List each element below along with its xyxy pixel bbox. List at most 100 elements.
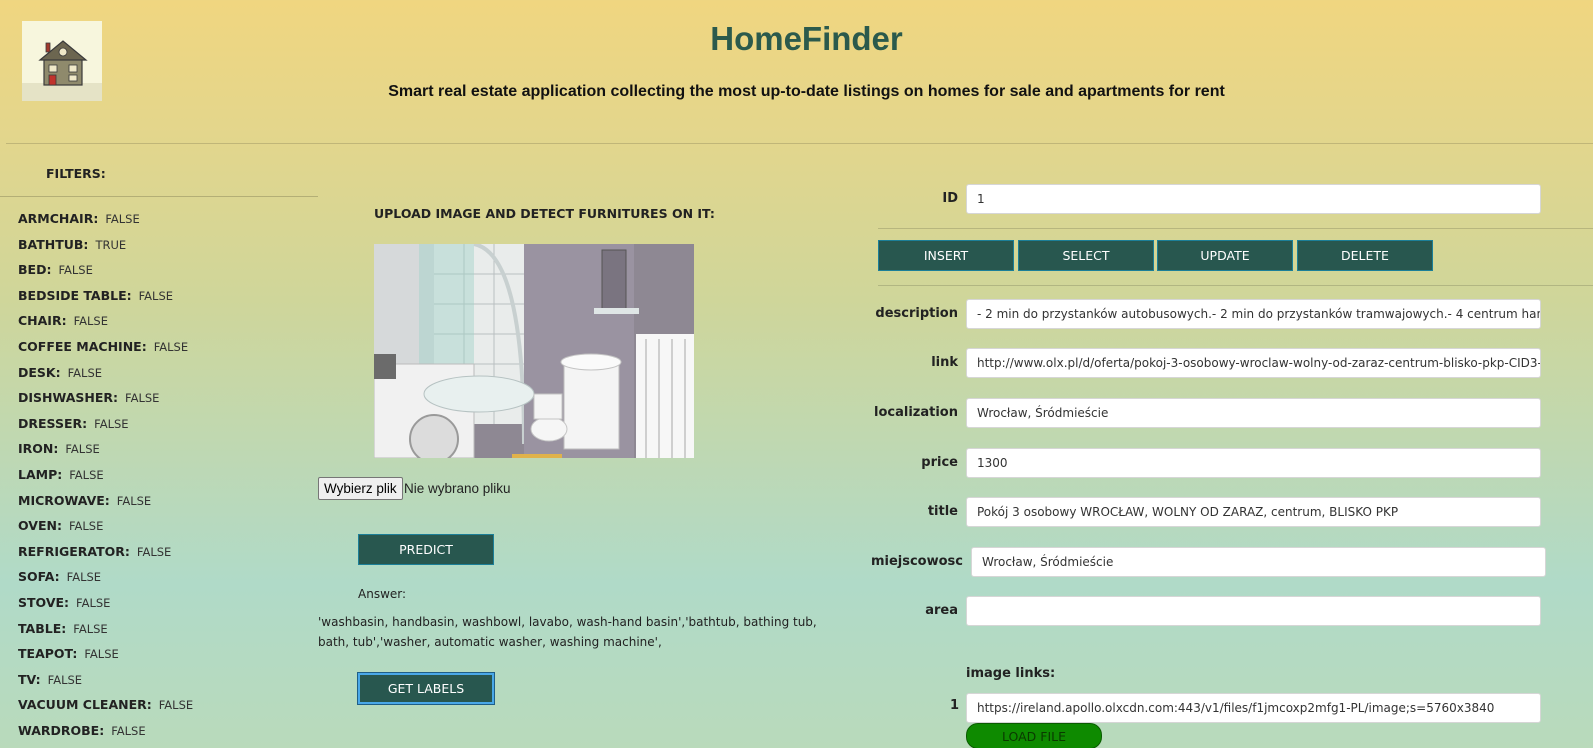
filter-value: FALSE	[158, 698, 194, 713]
insert-button[interactable]: INSERT	[878, 240, 1014, 271]
predict-button[interactable]: PREDICT	[358, 534, 494, 565]
filter-item: DRESSER: FALSE	[18, 416, 193, 442]
id-field[interactable]: 1	[966, 184, 1541, 214]
filter-value: FALSE	[111, 723, 146, 738]
filter-name: WARDROBE:	[18, 722, 105, 738]
filter-value: FALSE	[73, 314, 108, 329]
filter-name: TABLE:	[18, 620, 67, 636]
filter-name: CHAIR:	[18, 313, 67, 329]
filter-item: COFFEE MACHINE: FALSE	[18, 339, 193, 365]
filter-value: FALSE	[105, 212, 140, 226]
app-title: HomeFinder	[710, 20, 903, 57]
filter-name: LAMP:	[18, 466, 63, 482]
filter-name: VACUUM CLEANER:	[18, 697, 152, 713]
filter-value: FALSE	[47, 672, 83, 687]
filter-list: ARMCHAIR: FALSE BATHTUB: TRUE BED: FALSE BE…	[18, 211, 193, 748]
answer-label: Answer:	[358, 587, 407, 601]
load-file-button[interactable]: LOAD FILE	[966, 723, 1102, 748]
filter-item: WARDROBE: FALSE	[18, 723, 193, 748]
filter-name: DISHWASHER:	[18, 390, 119, 406]
filter-name: IRON:	[18, 441, 59, 457]
id-label: ID	[942, 191, 958, 206]
filter-item: MICROWAVE: FALSE	[18, 493, 193, 519]
price-label: price	[921, 455, 958, 470]
delete-button[interactable]: DELETE	[1297, 240, 1433, 271]
filter-value: FALSE	[153, 339, 189, 354]
select-button[interactable]: SELECT	[1018, 240, 1154, 271]
filter-name: MICROWAVE:	[18, 492, 110, 508]
app-tagline: Smart real estate application collecting…	[388, 83, 1225, 100]
header-divider	[6, 143, 1593, 144]
image-links-label: image links:	[966, 666, 1056, 681]
filter-value: FALSE	[94, 416, 129, 431]
filters-heading: FILTERS:	[46, 166, 106, 181]
filter-item: TEAPOT: FALSE	[18, 646, 193, 672]
filter-name: DRESSER:	[18, 415, 88, 431]
filter-name: TEAPOT:	[18, 646, 78, 662]
filter-item: CHAIR: FALSE	[18, 313, 193, 339]
filter-value: FALSE	[125, 391, 160, 406]
localization-label: localization	[874, 405, 958, 420]
filter-value: FALSE	[66, 570, 102, 585]
file-status-text: Nie wybrano pliku	[404, 481, 511, 496]
filter-value: FALSE	[76, 595, 111, 610]
uploaded-image-preview	[374, 244, 694, 458]
form-divider	[878, 228, 1593, 229]
price-field[interactable]: 1300	[966, 448, 1541, 478]
filter-value: FALSE	[138, 288, 174, 303]
description-field[interactable]: - 2 min do przystanków autobusowych.- 2 …	[966, 299, 1541, 329]
filter-item: BEDSIDE TABLE: FALSE	[18, 288, 193, 314]
filter-value: FALSE	[65, 442, 100, 457]
title-field[interactable]: Pokój 3 osobowy WROCŁAW, WOLNY OD ZARAZ,…	[966, 497, 1541, 527]
area-field[interactable]	[966, 596, 1541, 626]
filter-name: COFFEE MACHINE:	[18, 338, 147, 354]
choose-file-button[interactable]: Wybierz plik	[318, 477, 403, 500]
filter-name: BED:	[18, 262, 52, 278]
filter-item: DESK: FALSE	[18, 365, 193, 391]
area-label: area	[925, 603, 958, 618]
image-link-field[interactable]: https://ireland.apollo.olxcdn.com:443/v1…	[966, 693, 1541, 723]
form-divider	[878, 285, 1593, 286]
filter-item: SOFA: FALSE	[18, 569, 193, 595]
filter-item: VACUUM CLEANER: FALSE	[18, 697, 193, 723]
filter-value: FALSE	[69, 467, 104, 482]
update-button[interactable]: UPDATE	[1157, 240, 1293, 271]
get-labels-button[interactable]: GET LABELS	[358, 673, 494, 704]
filter-name: OVEN:	[18, 518, 62, 534]
localization-field[interactable]: Wrocław, Śródmieście	[966, 398, 1541, 428]
filter-value: FALSE	[73, 621, 108, 636]
upload-heading: UPLOAD IMAGE AND DETECT FURNITURES ON IT…	[374, 206, 715, 221]
filter-name: DESK:	[18, 364, 61, 380]
link-field[interactable]: http://www.olx.pl/d/oferta/pokoj-3-osobo…	[966, 348, 1541, 378]
filter-item: STOVE: FALSE	[18, 595, 193, 621]
filter-name: SOFA:	[18, 569, 60, 585]
filter-item: ARMCHAIR: FALSE	[18, 211, 193, 237]
filter-item: BED: FALSE	[18, 262, 193, 288]
filter-value: FALSE	[84, 647, 119, 662]
filter-value: FALSE	[67, 365, 103, 380]
filter-value: TRUE	[95, 237, 127, 252]
filter-item: LAMP: FALSE	[18, 467, 193, 493]
filter-value: FALSE	[58, 263, 93, 278]
image-link-index: 1	[950, 698, 960, 713]
filter-name: REFRIGERATOR:	[18, 543, 130, 559]
filter-name: TV:	[18, 671, 41, 687]
link-label: link	[931, 355, 958, 370]
description-label: description	[875, 306, 958, 321]
filter-item: TV: FALSE	[18, 672, 193, 698]
filter-item: DISHWASHER: FALSE	[18, 390, 193, 416]
title-label: title	[927, 504, 958, 519]
filter-name: ARMCHAIR:	[18, 211, 99, 226]
filter-name: STOVE:	[18, 594, 70, 610]
filters-divider	[0, 196, 318, 197]
filter-value: FALSE	[116, 493, 152, 508]
filter-value: FALSE	[68, 519, 104, 534]
filter-item: OVEN: FALSE	[18, 518, 193, 544]
filter-item: IRON: FALSE	[18, 441, 193, 467]
filter-item: TABLE: FALSE	[18, 621, 193, 647]
filter-item: BATHTUB: TRUE	[18, 237, 193, 263]
filter-item: REFRIGERATOR: FALSE	[18, 544, 193, 570]
filter-value: FALSE	[136, 544, 172, 559]
miejscowosc-field[interactable]: Wrocław, Śródmieście	[971, 547, 1546, 577]
bathroom-photo	[374, 244, 694, 458]
